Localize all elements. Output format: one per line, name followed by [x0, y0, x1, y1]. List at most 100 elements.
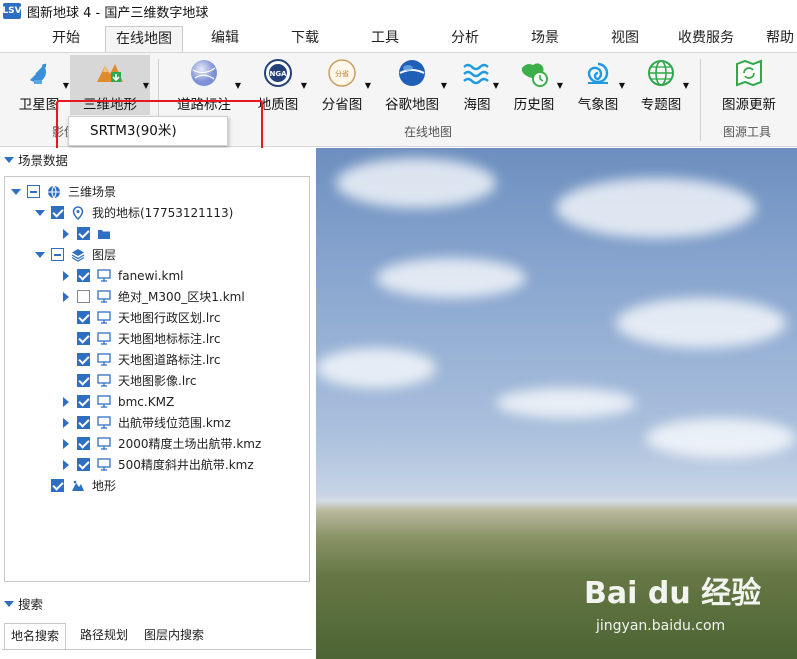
cloud	[376, 258, 526, 298]
map-source-update-button[interactable]: 图源更新	[712, 55, 786, 115]
satellite-map-button[interactable]: 卫星图 ▼	[8, 55, 70, 115]
expand-down-icon[interactable]	[9, 188, 23, 195]
tab-tools[interactable]: 工具	[360, 26, 410, 52]
expand-right-icon[interactable]	[59, 438, 73, 449]
tab-analysis[interactable]: 分析	[440, 26, 490, 52]
monitor-icon	[96, 395, 112, 409]
tab-place-search[interactable]: 地名搜索	[4, 623, 67, 649]
tab-edit[interactable]: 编辑	[200, 26, 250, 52]
cloud	[646, 418, 796, 458]
tree-item-label: 图层	[92, 248, 117, 262]
expand-right-icon[interactable]	[59, 228, 73, 239]
tree-item-label: 天地图地标标注.lrc	[118, 332, 221, 346]
layer-checkbox[interactable]	[77, 353, 90, 366]
geology-map-button[interactable]: NGA 地质图 ▼	[248, 55, 308, 115]
layer-checkbox[interactable]	[77, 332, 90, 345]
layer-checkbox[interactable]	[77, 416, 90, 429]
chevron-down-icon[interactable]: ▼	[557, 81, 563, 90]
chevron-down-icon[interactable]: ▼	[683, 81, 689, 90]
sea-chart-button[interactable]: 海图 ▼	[454, 55, 500, 115]
tree-item[interactable]: 绝对_M300_区块1.kml	[59, 286, 245, 307]
expand-down-icon[interactable]	[33, 209, 47, 216]
cloud	[616, 298, 786, 348]
tree-item[interactable]: 天地图地标标注.lrc	[59, 328, 220, 349]
search-header[interactable]: 搜索	[4, 594, 43, 613]
layer-checkbox[interactable]	[51, 206, 64, 219]
tree-item[interactable]: 天地图影像.lrc	[59, 370, 196, 391]
tree-item[interactable]: bmc.KMZ	[59, 391, 174, 412]
satellite-map-label: 卫星图	[18, 97, 60, 113]
layer-checkbox[interactable]	[77, 374, 90, 387]
layer-checkbox[interactable]	[51, 248, 64, 261]
baidu-watermark: Bai du 经验 jingyan.baidu.com	[584, 568, 794, 648]
tab-start[interactable]: 开始	[38, 26, 94, 52]
layer-checkbox[interactable]	[77, 395, 90, 408]
tree-item[interactable]: 2000精度土场出航带.kmz	[59, 433, 261, 454]
tab-paid-services[interactable]: 收费服务	[668, 26, 744, 52]
tab-view[interactable]: 视图	[600, 26, 650, 52]
collapse-icon[interactable]	[4, 156, 14, 163]
3d-terrain-button[interactable]: 三维地形 ▼	[70, 55, 150, 115]
layer-checkbox[interactable]	[77, 227, 90, 240]
tree-item[interactable]	[59, 223, 118, 244]
layer-checkbox[interactable]	[77, 437, 90, 450]
tab-underline	[2, 649, 312, 650]
layer-checkbox[interactable]	[77, 311, 90, 324]
tree-item[interactable]: 天地图行政区划.lrc	[59, 307, 220, 328]
layer-checkbox[interactable]	[77, 269, 90, 282]
chevron-down-icon[interactable]: ▼	[301, 81, 307, 90]
chevron-down-icon[interactable]: ▼	[143, 81, 149, 90]
tree-item[interactable]: fanewi.kml	[59, 265, 184, 286]
tab-scene[interactable]: 场景	[520, 26, 570, 52]
layer-checkbox[interactable]	[77, 458, 90, 471]
terrain-small-icon	[70, 479, 86, 493]
monitor-icon	[96, 290, 112, 304]
layer-checkbox[interactable]	[27, 185, 40, 198]
tree-item[interactable]: 地形	[33, 475, 116, 496]
expand-right-icon[interactable]	[59, 291, 73, 302]
terrain-dropdown-item-srtm3[interactable]: SRTM3(90米)	[68, 116, 228, 146]
layer-checkbox[interactable]	[77, 290, 90, 303]
tree-item[interactable]: 500精度斜井出航带.kmz	[59, 454, 254, 475]
monitor-icon	[96, 332, 112, 346]
weather-map-button[interactable]: 气象图 ▼	[570, 55, 626, 115]
tab-help[interactable]: 帮助	[760, 26, 797, 52]
map-refresh-icon	[733, 57, 765, 89]
chevron-down-icon[interactable]: ▼	[63, 81, 69, 90]
tab-layer-search[interactable]: 图层内搜索	[138, 623, 210, 649]
tree-item[interactable]: 天地图道路标注.lrc	[59, 349, 220, 370]
tab-download[interactable]: 下载	[280, 26, 330, 52]
tree-item[interactable]: 图层	[33, 244, 116, 265]
scene-data-header[interactable]: 场景数据	[4, 150, 68, 169]
chevron-down-icon[interactable]: ▼	[493, 81, 499, 90]
3d-globe-view[interactable]: Bai du 经验 jingyan.baidu.com	[316, 148, 797, 659]
menu-bar: 开始 在线地图 编辑 下载 工具 分析 场景 视图 收费服务 帮助	[0, 22, 797, 52]
layer-checkbox[interactable]	[51, 479, 64, 492]
tree-item[interactable]: 三维场景	[9, 181, 116, 202]
tree-item[interactable]: 我的地标(17753121113)	[33, 202, 233, 223]
google-map-button[interactable]: 谷歌地图 ▼	[376, 55, 448, 115]
chevron-down-icon[interactable]: ▼	[441, 81, 447, 90]
collapse-icon[interactable]	[4, 600, 14, 607]
thematic-map-button[interactable]: 专题图 ▼	[632, 55, 690, 115]
chevron-down-icon[interactable]: ▼	[235, 81, 241, 90]
expand-right-icon[interactable]	[59, 396, 73, 407]
tree-item-label: 天地图影像.lrc	[118, 374, 197, 388]
tab-route-planning[interactable]: 路径规划	[74, 623, 134, 649]
province-map-button[interactable]: 分省 分省图 ▼	[312, 55, 372, 115]
road-label-button[interactable]: 道路标注 ▼	[166, 55, 242, 115]
chevron-down-icon[interactable]: ▼	[365, 81, 371, 90]
tree-item-label: bmc.KMZ	[118, 394, 175, 409]
road-label-icon	[188, 57, 220, 89]
history-map-button[interactable]: 历史图 ▼	[504, 55, 564, 115]
expand-down-icon[interactable]	[33, 251, 47, 258]
tab-online-map[interactable]: 在线地图	[105, 26, 183, 52]
expand-right-icon[interactable]	[59, 270, 73, 281]
monitor-icon	[96, 458, 112, 472]
tree-item[interactable]: 出航带线位范围.kmz	[59, 412, 231, 433]
province-icon-text: 分省	[335, 69, 349, 78]
expand-right-icon[interactable]	[59, 417, 73, 428]
expand-right-icon[interactable]	[59, 459, 73, 470]
chevron-down-icon[interactable]: ▼	[619, 81, 625, 90]
weather-swirl-icon	[582, 57, 614, 89]
